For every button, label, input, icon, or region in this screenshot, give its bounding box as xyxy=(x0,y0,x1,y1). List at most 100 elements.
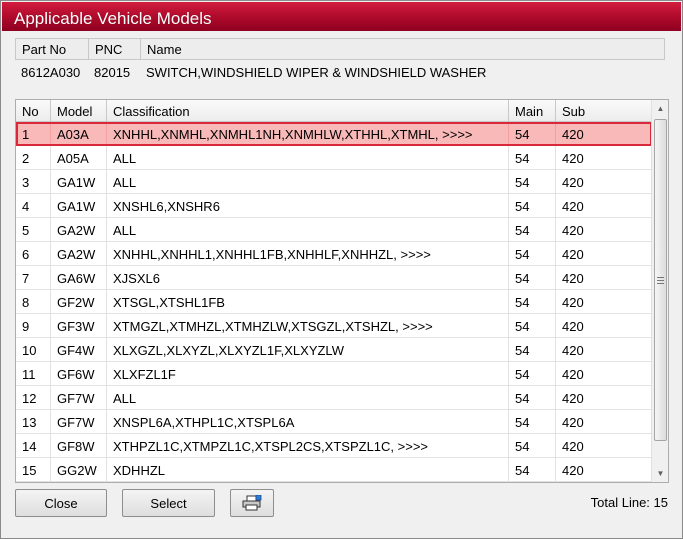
cell-main: 54 xyxy=(509,170,556,194)
cell-no: 12 xyxy=(16,386,51,410)
cell-no: 5 xyxy=(16,218,51,242)
cell-model: GF4W xyxy=(51,338,107,362)
table-row[interactable]: 13 GF7W XNSPL6A,XTHPL1C,XTSPL6A 54 420 xyxy=(16,410,652,434)
cell-no: 1 xyxy=(16,122,51,146)
cell-no: 15 xyxy=(16,458,51,482)
cell-classification: ALL xyxy=(107,218,509,242)
cell-model: GA1W xyxy=(51,170,107,194)
cell-sub: 420 xyxy=(556,458,652,482)
cell-model: GA2W xyxy=(51,242,107,266)
select-button[interactable]: Select xyxy=(122,489,215,517)
cell-sub: 420 xyxy=(556,122,652,146)
cell-main: 54 xyxy=(509,410,556,434)
scroll-down-arrow-icon[interactable]: ▼ xyxy=(652,465,668,482)
total-line-count: Total Line: 15 xyxy=(590,495,668,510)
table-row[interactable]: 12 GF7W ALL 54 420 xyxy=(16,386,652,410)
table-row[interactable]: 7 GA6W XJSXL6 54 420 xyxy=(16,266,652,290)
cell-main: 54 xyxy=(509,362,556,386)
cell-classification: ALL xyxy=(107,386,509,410)
cell-classification: XDHHZL xyxy=(107,458,509,482)
cell-model: GF3W xyxy=(51,314,107,338)
part-info-values: 8612A030 82015 SWITCH,WINDSHIELD WIPER &… xyxy=(15,65,665,83)
cell-model: GA1W xyxy=(51,194,107,218)
scroll-up-arrow-icon[interactable]: ▲ xyxy=(652,100,668,117)
column-header-model[interactable]: Model xyxy=(51,100,107,122)
window-title: Applicable Vehicle Models xyxy=(14,8,212,28)
cell-main: 54 xyxy=(509,194,556,218)
cell-classification: XNHHL,XNMHL,XNMHL1NH,XNMHLW,XTHHL,XTMHL,… xyxy=(107,122,509,146)
cell-sub: 420 xyxy=(556,170,652,194)
part-no-header: Part No xyxy=(16,39,89,59)
table-row[interactable]: 10 GF4W XLXGZL,XLXYZL,XLXYZL1F,XLXYZLW 54 42… xyxy=(16,338,652,362)
vertical-scrollbar[interactable]: ▲ ▼ xyxy=(651,100,668,482)
cell-model: GA6W xyxy=(51,266,107,290)
cell-model: GF7W xyxy=(51,410,107,434)
scrollbar-thumb[interactable] xyxy=(654,119,667,441)
table-row[interactable]: 15 GG2W XDHHZL 54 420 xyxy=(16,458,652,482)
cell-main: 54 xyxy=(509,290,556,314)
cell-sub: 420 xyxy=(556,194,652,218)
table-row[interactable]: 3 GA1W ALL 54 420 xyxy=(16,170,652,194)
table-row[interactable]: 14 GF8W XTHPZL1C,XTMPZL1C,XTSPL2CS,XTSPZL1… xyxy=(16,434,652,458)
column-header-main[interactable]: Main xyxy=(509,100,556,122)
cell-model: GF7W xyxy=(51,386,107,410)
models-grid[interactable]: No Model Classification Main Sub 1 A03A XN… xyxy=(15,99,669,483)
cell-classification: XTMGZL,XTMHZL,XTMHZLW,XTSGZL,XTSHZL, >>>… xyxy=(107,314,509,338)
table-row[interactable]: 2 A05A ALL 54 420 xyxy=(16,146,652,170)
print-button[interactable] xyxy=(230,489,274,517)
column-header-sub[interactable]: Sub xyxy=(556,100,652,122)
table-row[interactable]: 4 GA1W XNSHL6,XNSHR6 54 420 xyxy=(16,194,652,218)
cell-no: 14 xyxy=(16,434,51,458)
cell-main: 54 xyxy=(509,122,556,146)
cell-classification: XJSXL6 xyxy=(107,266,509,290)
table-row[interactable]: 1 A03A XNHHL,XNMHL,XNMHL1NH,XNMHLW,XTHHL,X… xyxy=(16,122,652,146)
cell-model: A05A xyxy=(51,146,107,170)
table-row[interactable]: 9 GF3W XTMGZL,XTMHZL,XTMHZLW,XTSGZL,XTSHZL… xyxy=(16,314,652,338)
title-bar[interactable]: Applicable Vehicle Models xyxy=(2,2,681,31)
table-row[interactable]: 8 GF2W XTSGL,XTSHL1FB 54 420 xyxy=(16,290,652,314)
grid-header: No Model Classification Main Sub xyxy=(16,100,652,122)
applicable-models-window: Applicable Vehicle Models Part No PNC Na… xyxy=(0,0,683,539)
cell-model: GF6W xyxy=(51,362,107,386)
cell-classification: XLXFZL1F xyxy=(107,362,509,386)
part-name-value: SWITCH,WINDSHIELD WIPER & WINDSHIELD WAS… xyxy=(146,65,487,80)
name-header: Name xyxy=(147,42,182,57)
cell-no: 11 xyxy=(16,362,51,386)
close-button[interactable]: Close xyxy=(15,489,107,517)
cell-sub: 420 xyxy=(556,146,652,170)
cell-classification: XNSPL6A,XTHPL1C,XTSPL6A xyxy=(107,410,509,434)
cell-sub: 420 xyxy=(556,434,652,458)
cell-sub: 420 xyxy=(556,242,652,266)
cell-classification: ALL xyxy=(107,170,509,194)
cell-no: 6 xyxy=(16,242,51,266)
grip-icon xyxy=(657,276,664,284)
cell-main: 54 xyxy=(509,314,556,338)
pnc-header: PNC xyxy=(89,39,141,59)
pnc-value: 82015 xyxy=(94,65,131,80)
column-header-classification[interactable]: Classification xyxy=(107,100,509,122)
table-row[interactable]: 5 GA2W ALL 54 420 xyxy=(16,218,652,242)
cell-main: 54 xyxy=(509,266,556,290)
cell-no: 4 xyxy=(16,194,51,218)
cell-model: GA2W xyxy=(51,218,107,242)
cell-model: GG2W xyxy=(51,458,107,482)
cell-sub: 420 xyxy=(556,386,652,410)
cell-no: 2 xyxy=(16,146,51,170)
table-row[interactable]: 11 GF6W XLXFZL1F 54 420 xyxy=(16,362,652,386)
cell-model: A03A xyxy=(51,122,107,146)
part-info-header: Part No PNC Name xyxy=(15,38,665,60)
cell-no: 13 xyxy=(16,410,51,434)
cell-no: 8 xyxy=(16,290,51,314)
cell-main: 54 xyxy=(509,434,556,458)
column-header-no[interactable]: No xyxy=(16,100,51,122)
cell-main: 54 xyxy=(509,146,556,170)
cell-main: 54 xyxy=(509,218,556,242)
table-row[interactable]: 6 GA2W XNHHL,XNHHL1,XNHHL1FB,XNHHLF,XNHHZL… xyxy=(16,242,652,266)
cell-main: 54 xyxy=(509,386,556,410)
cell-sub: 420 xyxy=(556,362,652,386)
cell-sub: 420 xyxy=(556,410,652,434)
cell-model: GF8W xyxy=(51,434,107,458)
grid-rows: 1 A03A XNHHL,XNMHL,XNMHL1NH,XNMHLW,XTHHL,X… xyxy=(16,122,652,482)
cell-main: 54 xyxy=(509,458,556,482)
cell-classification: XTHPZL1C,XTMPZL1C,XTSPL2CS,XTSPZL1C, >>>… xyxy=(107,434,509,458)
